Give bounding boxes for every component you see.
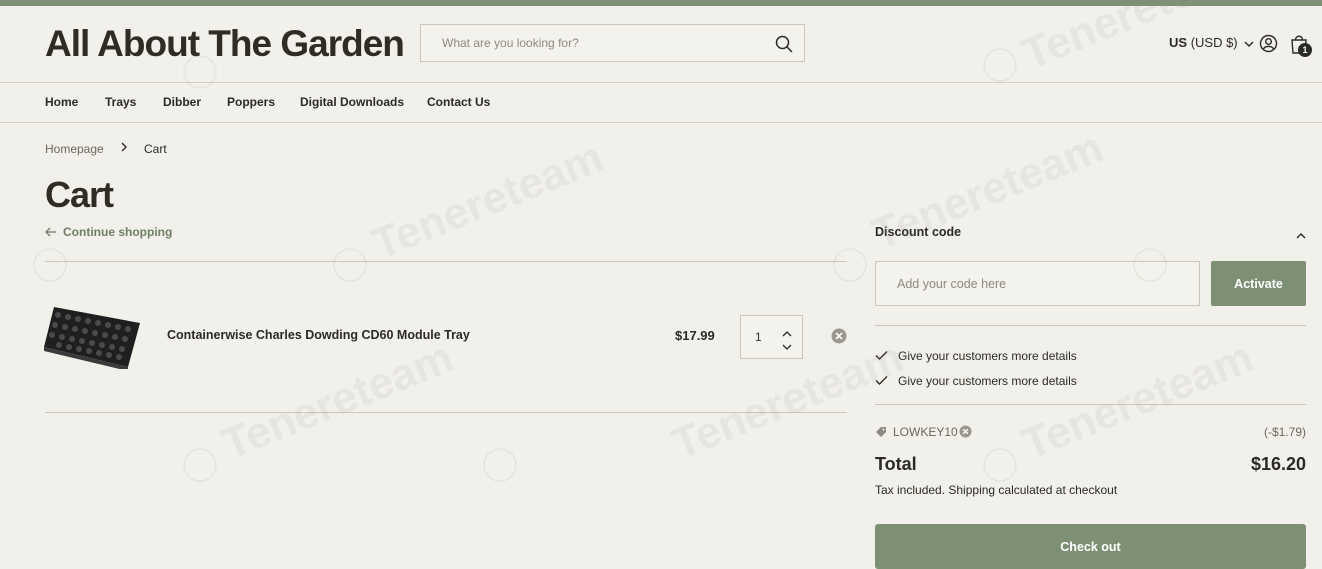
currency-selector[interactable]: US (USD $) [1169,35,1254,51]
nav-divider [0,122,1322,123]
search-bar [420,24,805,62]
discount-divider-top [875,325,1306,326]
currency-label: (USD $) [1190,35,1238,50]
search-input[interactable] [421,25,782,61]
quantity-stepper [740,315,803,359]
search-icon[interactable] [774,34,794,54]
currency-code: US [1169,35,1188,50]
nav-item-dibber[interactable]: Dibber [163,95,201,109]
breadcrumb-home[interactable]: Homepage [45,142,104,156]
breadcrumb-current: Cart [144,142,167,156]
page-title: Cart [45,174,114,215]
check-icon [875,376,888,385]
quantity-input[interactable] [753,329,781,345]
chevron-up-icon[interactable] [782,325,792,337]
account-icon[interactable] [1259,34,1278,53]
tax-note: Tax included. Shipping calculated at che… [875,483,1118,497]
total-value: $16.20 [1250,454,1306,474]
store-logo[interactable]: All About The Garden [45,23,405,65]
remove-code-icon[interactable] [959,425,972,441]
breadcrumb-separator [120,141,128,156]
continue-shopping-link[interactable]: Continue shopping [45,225,172,240]
watermark-text: Tenereteam [215,333,459,470]
continue-shopping-label: Continue shopping [63,225,173,239]
checkout-button[interactable]: Check out [875,524,1306,569]
product-price: $17.99 [675,328,715,343]
check-icon [875,351,888,360]
chevron-up-icon[interactable] [1295,228,1307,239]
applied-discount-amount: (-$1.79) [1263,425,1306,439]
cart-divider-bottom [45,412,847,413]
detail-text: Give your customers more details [898,374,1077,388]
activate-button[interactable]: Activate [1211,261,1306,306]
nav-item-contact-us[interactable]: Contact Us [427,95,490,109]
site-header: All About The Garden US (USD $) 1 [0,6,1322,82]
chevron-down-icon[interactable] [782,338,792,350]
cart-divider-top [45,261,847,262]
remove-item-icon[interactable] [831,328,847,344]
discount-divider-bottom [875,404,1306,405]
header-divider [0,82,1322,83]
nav-item-trays[interactable]: Trays [105,95,136,109]
discount-code-input[interactable] [875,261,1200,306]
discount-title[interactable]: Discount code [875,225,961,239]
watermark-text: Tenereteam [365,133,609,270]
tag-icon [875,426,887,441]
nav-item-poppers[interactable]: Poppers [227,95,275,109]
detail-text: Give your customers more details [898,349,1077,363]
chevron-down-icon [1244,36,1254,51]
arrow-left-icon [45,226,57,240]
nav-item-home[interactable]: Home [45,95,78,109]
product-name[interactable]: Containerwise Charles Dowding CD60 Modul… [167,328,470,342]
nav-item-digital-downloads[interactable]: Digital Downloads [300,95,404,109]
applied-code-label: LOWKEY10 [893,425,958,439]
product-image[interactable] [44,303,140,371]
total-label: Total [875,454,917,474]
cart-count-badge: 1 [1298,43,1312,57]
